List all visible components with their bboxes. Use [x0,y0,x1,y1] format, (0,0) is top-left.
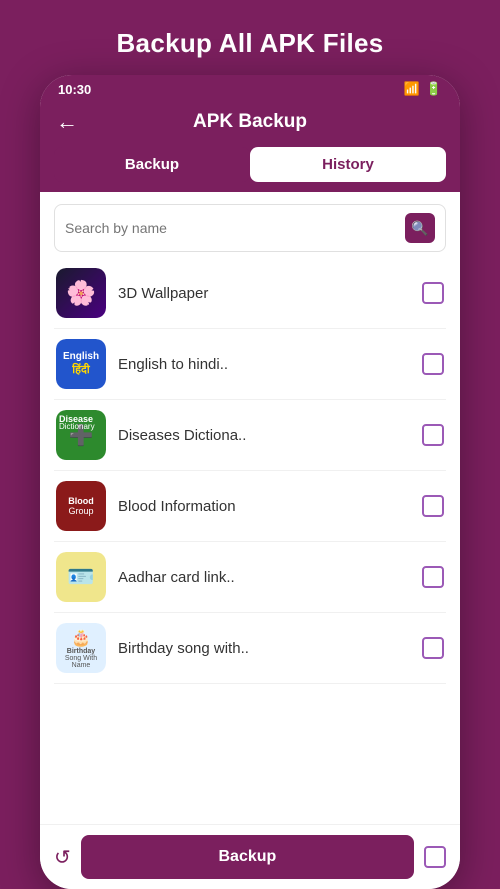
app-name: Blood Information [118,498,410,515]
app-header: ← APK Backup [40,101,460,147]
app-icon: 🎂 Birthday Song With Name [56,623,106,673]
wifi-icon: 📶 [404,81,420,97]
list-item: Blood Group Blood Information [54,471,446,542]
refresh-button[interactable]: ↺ [54,845,71,870]
app-list: 🌸 3D Wallpaper English हिंदी English to … [54,258,446,824]
app-icon: 🪪 [56,552,106,602]
app-icon: 🌸 [56,268,106,318]
app-checkbox[interactable] [422,637,444,659]
status-time: 10:30 [58,82,91,97]
app-checkbox[interactable] [422,353,444,375]
bottom-bar: ↺ Backup [40,824,460,889]
back-button[interactable]: ← [56,109,78,135]
phone-frame: 10:30 📶 🔋 ← APK Backup Backup History 🔍 [40,75,460,889]
tab-bar: Backup History [40,147,460,192]
app-name: Diseases Dictiona.. [118,427,410,444]
status-icons: 📶 🔋 [404,81,442,97]
app-icon: Blood Group [56,481,106,531]
app-checkbox[interactable] [422,282,444,304]
app-checkbox[interactable] [422,424,444,446]
battery-icon: 🔋 [426,81,442,97]
page-title: Backup All APK Files [96,0,403,75]
search-input[interactable] [65,220,405,236]
app-icon: ➕ Disease Dictionary [56,410,106,460]
app-name: Birthday song with.. [118,640,410,657]
search-bar: 🔍 [54,204,446,252]
app-name: English to hindi.. [118,356,410,373]
select-all-checkbox[interactable] [424,846,446,868]
app-icon: English हिंदी [56,339,106,389]
app-name: Aadhar card link.. [118,569,410,586]
list-item: 🎂 Birthday Song With Name Birthday song … [54,613,446,684]
header-title: APK Backup [193,111,307,133]
list-item: ➕ Disease Dictionary Diseases Dictiona.. [54,400,446,471]
search-icon: 🔍 [411,220,428,237]
content-area: 🔍 🌸 3D Wallpaper English हिंदी [40,192,460,824]
app-checkbox[interactable] [422,566,444,588]
app-name: 3D Wallpaper [118,285,410,302]
app-checkbox[interactable] [422,495,444,517]
list-item: 🪪 Aadhar card link.. [54,542,446,613]
backup-button[interactable]: Backup [81,835,414,879]
status-bar: 10:30 📶 🔋 [40,75,460,101]
tab-history[interactable]: History [250,147,446,182]
list-item: 🌸 3D Wallpaper [54,258,446,329]
tab-backup[interactable]: Backup [54,147,250,182]
list-item: English हिंदी English to hindi.. [54,329,446,400]
search-button[interactable]: 🔍 [405,213,435,243]
